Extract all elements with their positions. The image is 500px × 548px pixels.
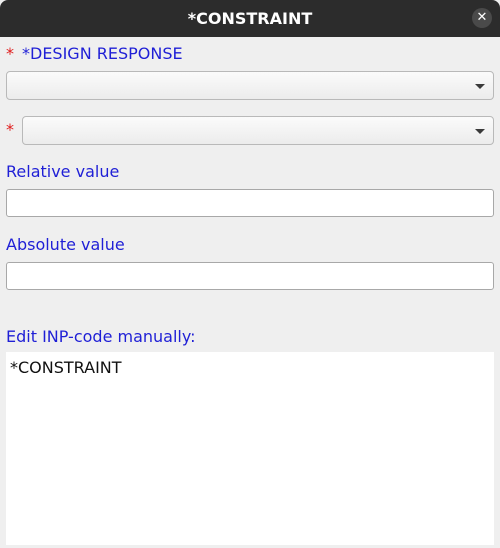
- design-response-label: *DESIGN RESPONSE: [22, 44, 183, 63]
- chevron-down-icon: [475, 129, 485, 134]
- design-response-select[interactable]: [6, 71, 494, 100]
- window-title: *CONSTRAINT: [187, 9, 313, 28]
- close-button[interactable]: ✕: [472, 8, 492, 28]
- required-marker: *: [6, 44, 14, 63]
- secondary-select[interactable]: [22, 116, 494, 145]
- dialog-window: *CONSTRAINT ✕ * *DESIGN RESPONSE * Relat…: [0, 0, 500, 548]
- absolute-value-label: Absolute value: [6, 235, 125, 254]
- required-marker-2: *: [6, 120, 14, 139]
- relative-value-input[interactable]: [6, 189, 494, 217]
- title-bar: *CONSTRAINT ✕: [0, 0, 500, 37]
- close-icon: ✕: [476, 10, 488, 25]
- absolute-value-input[interactable]: [6, 262, 494, 290]
- relative-value-label: Relative value: [6, 162, 120, 181]
- chevron-down-icon: [475, 84, 485, 89]
- inp-code-label: Edit INP-code manually:: [6, 327, 196, 346]
- inp-code-editor[interactable]: *CONSTRAINT: [6, 352, 494, 545]
